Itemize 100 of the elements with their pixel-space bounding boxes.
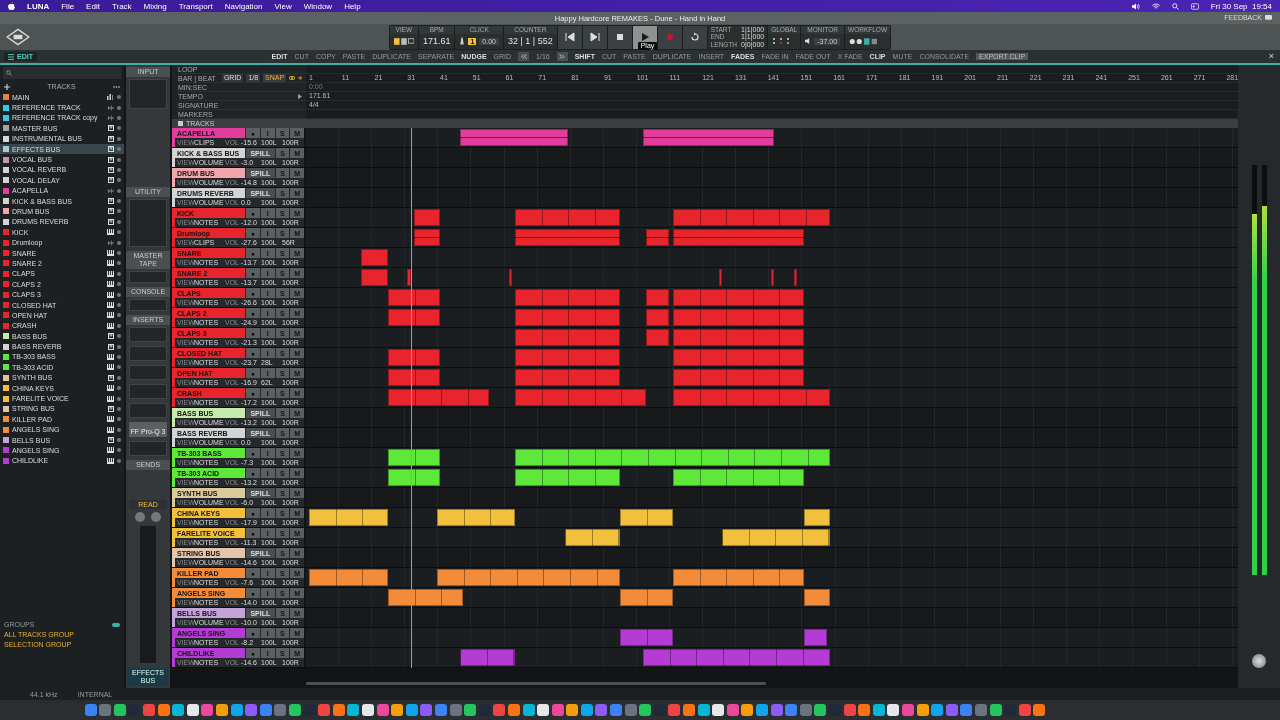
dot-icon[interactable] <box>117 251 121 256</box>
midi-clip[interactable] <box>413 209 441 226</box>
midi-clip[interactable] <box>515 369 621 386</box>
app-icon[interactable] <box>113 704 126 716</box>
dot-icon[interactable] <box>117 396 121 401</box>
dot-icon[interactable] <box>117 188 121 193</box>
search-icon[interactable] <box>1171 2 1179 10</box>
dot-icon[interactable] <box>117 313 121 318</box>
midi-clip[interactable] <box>803 589 830 606</box>
midi-clip[interactable] <box>672 209 830 226</box>
audio-clip[interactable] <box>643 129 775 146</box>
app-icon[interactable] <box>537 704 550 716</box>
app-icon[interactable] <box>391 704 404 716</box>
midi-clip[interactable] <box>515 209 621 226</box>
midi-clip[interactable] <box>672 389 830 406</box>
play-button[interactable] <box>632 25 657 49</box>
dot-icon[interactable] <box>117 417 121 422</box>
app-icon[interactable] <box>405 704 418 716</box>
control-center-icon[interactable] <box>1190 2 1199 10</box>
dot-icon[interactable] <box>117 344 121 349</box>
midi-clip[interactable] <box>387 389 490 406</box>
more-icon[interactable] <box>113 85 120 88</box>
midi-clip[interactable] <box>672 289 804 306</box>
midi-clip[interactable] <box>564 529 621 546</box>
midi-clip[interactable] <box>515 389 647 406</box>
midi-clip[interactable] <box>436 509 516 526</box>
midi-clip[interactable] <box>508 269 513 286</box>
wifi-icon[interactable] <box>1151 2 1160 10</box>
midi-clip[interactable] <box>793 269 798 286</box>
chat-icon[interactable] <box>1265 14 1272 21</box>
dot-icon[interactable] <box>117 115 121 120</box>
midi-clip[interactable] <box>672 309 804 326</box>
app-icon[interactable] <box>814 704 827 716</box>
midi-clip[interactable] <box>387 589 463 606</box>
app-icon[interactable] <box>872 704 885 716</box>
menu-item[interactable]: View <box>274 1 292 11</box>
view-icons[interactable] <box>393 37 414 45</box>
midi-clip[interactable] <box>515 469 621 486</box>
dot-icon[interactable] <box>117 292 121 297</box>
midi-clip[interactable] <box>515 329 621 346</box>
skip-forward-button[interactable] <box>582 25 607 49</box>
menu-item[interactable]: Help <box>344 1 361 11</box>
app-icon[interactable] <box>157 704 170 716</box>
dot-icon[interactable] <box>117 303 121 307</box>
midi-clip[interactable] <box>672 349 804 366</box>
app-icon[interactable] <box>522 704 535 716</box>
menu-item[interactable]: LUNA <box>27 1 50 11</box>
dot-icon[interactable] <box>117 230 121 235</box>
audio-clip[interactable] <box>646 229 670 246</box>
menu-item[interactable]: Navigation <box>224 1 263 11</box>
audio-clip[interactable] <box>459 129 568 146</box>
add-icon[interactable] <box>4 83 10 90</box>
dot-icon[interactable] <box>117 406 121 411</box>
midi-clip[interactable] <box>672 569 804 586</box>
speaker-icon[interactable] <box>1131 2 1140 10</box>
dot-icon[interactable] <box>117 334 121 339</box>
app-icon[interactable] <box>347 704 360 716</box>
menu-icon[interactable] <box>8 53 14 60</box>
midi-clip[interactable] <box>771 269 775 286</box>
input-slot[interactable] <box>129 79 167 109</box>
app-icon[interactable] <box>989 704 1002 716</box>
midi-clip[interactable] <box>646 289 670 306</box>
midi-clip[interactable] <box>515 449 830 466</box>
dot-icon[interactable] <box>117 271 121 276</box>
loop-button[interactable] <box>682 25 707 49</box>
midi-clip[interactable] <box>387 469 441 486</box>
midi-clip[interactable] <box>803 629 827 646</box>
horizontal-scrollbar[interactable] <box>306 682 766 685</box>
search-field[interactable] <box>3 67 121 79</box>
app-icon[interactable] <box>697 704 710 716</box>
app-icon[interactable] <box>172 704 185 716</box>
app-icon[interactable] <box>507 704 520 716</box>
midi-clip[interactable] <box>515 289 621 306</box>
dot-icon[interactable] <box>117 458 121 463</box>
midi-clip[interactable] <box>387 289 441 306</box>
app-icon[interactable] <box>464 704 477 716</box>
nudge-back-button[interactable] <box>518 52 530 61</box>
app-icon[interactable] <box>741 704 754 716</box>
audio-clip[interactable] <box>672 229 804 246</box>
dot-icon[interactable] <box>117 323 121 328</box>
dot-icon[interactable] <box>117 375 121 380</box>
dot-icon[interactable] <box>117 126 121 131</box>
midi-clip[interactable] <box>620 629 673 646</box>
midi-clip[interactable] <box>515 349 621 366</box>
playhead-line[interactable] <box>410 128 412 668</box>
midi-clip[interactable] <box>309 509 388 526</box>
dot-icon[interactable] <box>117 438 121 443</box>
menu-clock[interactable]: Fri 30 Sep 19:54 <box>1210 1 1272 11</box>
dot-icon[interactable] <box>117 386 121 391</box>
midi-clip[interactable] <box>646 309 670 326</box>
dot-icon[interactable] <box>117 209 121 214</box>
speaker-icon[interactable] <box>805 38 812 44</box>
app-icon[interactable] <box>289 704 301 716</box>
bpm-value[interactable]: 171.61 <box>422 36 451 46</box>
workflow-icons[interactable] <box>849 37 878 45</box>
arrow-icon[interactable] <box>298 75 303 81</box>
dot-icon[interactable] <box>117 178 121 183</box>
dot-icon[interactable] <box>117 199 121 204</box>
app-icon[interactable] <box>639 704 652 716</box>
midi-clip[interactable] <box>672 329 804 346</box>
